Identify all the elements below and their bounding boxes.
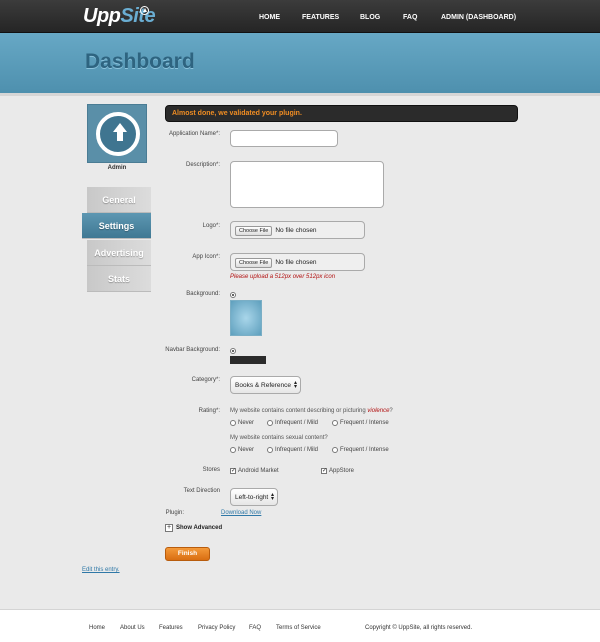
file-status: No file chosen [275, 227, 317, 234]
sexual-intense-radio[interactable] [332, 447, 338, 453]
category-value: Books & Reference [235, 382, 292, 389]
top-navbar: UppSite HOME FEATURES BLOG FAQ ADMIN (DA… [0, 0, 600, 33]
stores-label: Stores [202, 467, 220, 473]
choose-file-button[interactable]: Choose File [235, 258, 273, 268]
text-direction-value: Left-to-right [235, 494, 269, 501]
plus-icon[interactable]: + [165, 524, 173, 532]
nav-home[interactable]: HOME [259, 14, 280, 21]
download-now-link[interactable]: Download Now [221, 510, 261, 516]
text-direction-label: Text Direction [183, 488, 220, 494]
sexual-mild-radio[interactable] [267, 447, 273, 453]
choose-file-button[interactable]: Choose File [235, 226, 273, 236]
nav-blog[interactable]: BLOG [360, 14, 380, 21]
sidebar-tab-stats[interactable]: Stats [87, 266, 151, 292]
category-label: Category*: [191, 377, 220, 383]
description-label: Description*: [185, 162, 220, 168]
navbar-background-label: Navbar Background: [165, 347, 220, 353]
nav-faq[interactable]: FAQ [403, 14, 417, 21]
sexual-never-radio[interactable] [230, 447, 236, 453]
description-textarea[interactable] [230, 161, 384, 208]
background-label: Background: [186, 291, 220, 297]
background-picker-radio[interactable] [230, 292, 236, 298]
edit-entry-link[interactable]: Edit this entry. [82, 567, 120, 573]
navbar-background-picker-radio[interactable] [230, 348, 236, 354]
android-market-checkbox[interactable]: ✓ [230, 468, 236, 474]
brand-name-part2: Site [120, 5, 156, 27]
android-market-label: Android Market [238, 468, 279, 474]
logo-label: Logo*: [202, 223, 220, 229]
footer: Home About Us Features Privacy Policy FA… [0, 609, 600, 642]
violence-never-label: Never [238, 420, 255, 426]
rating-label: Rating*: [198, 408, 220, 414]
sidebar-tab-general[interactable]: General [87, 187, 151, 213]
violence-mild-label: Infrequent / Mild [275, 420, 319, 426]
navbar-background-swatch[interactable] [230, 356, 266, 364]
page-header-band: Dashboard [0, 33, 600, 96]
logo-file-input[interactable]: Choose File No file chosen [230, 221, 365, 239]
brand-name-part1: Upp [83, 5, 121, 27]
copyright-text: Copyright © UppSite, all rights reserved… [365, 625, 473, 631]
nav-admin-dashboard[interactable]: ADMIN (DASHBOARD) [441, 14, 516, 21]
app-name-input[interactable] [230, 130, 338, 147]
footer-link-privacy-policy[interactable]: Privacy Policy [198, 625, 235, 631]
background-swatch[interactable] [230, 300, 262, 336]
app-name-label: Application Name*: [168, 131, 220, 137]
plugin-label: Plugin: [165, 510, 184, 516]
app-icon-error: Please upload a 512px over 512px icon [230, 274, 336, 280]
footer-link-about-us[interactable]: About Us [120, 625, 145, 631]
sexual-never-label: Never [238, 447, 255, 453]
violence-mild-radio[interactable] [267, 420, 273, 426]
category-select[interactable]: Books & Reference ▴ ▾ [230, 376, 301, 394]
app-icon-label: App Icon*: [192, 254, 220, 260]
app-icon-file-input[interactable]: Choose File No file chosen [230, 253, 365, 271]
footer-link-features[interactable]: Features [159, 625, 183, 631]
violence-never-radio[interactable] [230, 420, 236, 426]
file-status: No file chosen [275, 259, 317, 266]
select-arrows-icon: ▴ ▾ [270, 492, 274, 502]
footer-link-faq[interactable]: FAQ [249, 625, 261, 631]
appstore-checkbox[interactable]: ✓ [321, 468, 327, 474]
arrow-up-circle-icon [140, 6, 149, 15]
footer-link-terms[interactable]: Terms of Service [276, 625, 321, 631]
rating-question-sexual: My website contains sexual content? [230, 435, 328, 441]
text-direction-select[interactable]: Left-to-right ▴ ▾ [230, 488, 278, 506]
appstore-label: AppStore [329, 468, 355, 474]
rating-question-violence: My website contains content describing o… [230, 408, 393, 414]
select-arrows-icon: ▴ ▾ [293, 380, 297, 390]
show-advanced-toggle[interactable]: Show Advanced [176, 525, 222, 531]
violence-intense-label: Frequent / Intense [340, 420, 389, 426]
page-title: Dashboard [85, 50, 195, 73]
finish-button[interactable]: Finish [165, 547, 210, 561]
nav-features[interactable]: FEATURES [302, 14, 339, 21]
sexual-mild-label: Infrequent / Mild [275, 447, 319, 453]
sidebar-tab-advertising[interactable]: Advertising [87, 240, 151, 266]
status-alert: Almost done, we validated your plugin. [165, 105, 518, 122]
footer-link-home[interactable]: Home [89, 625, 105, 631]
violence-intense-radio[interactable] [332, 420, 338, 426]
sexual-intense-label: Frequent / Intense [340, 447, 389, 453]
